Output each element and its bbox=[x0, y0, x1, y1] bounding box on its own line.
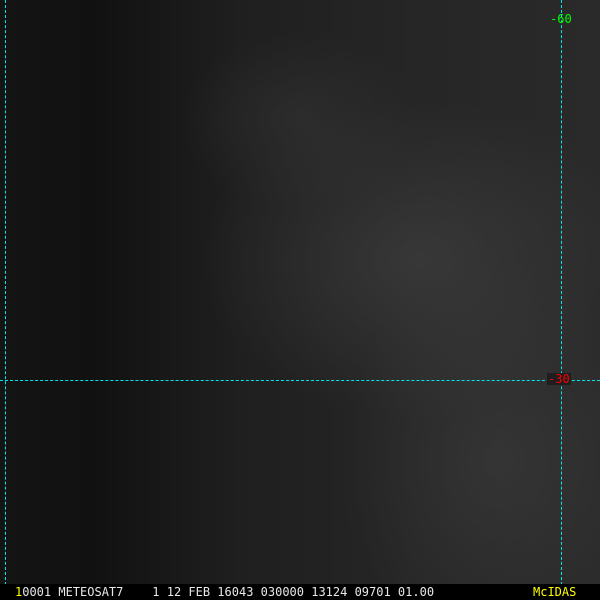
grid-parallel-line bbox=[0, 380, 600, 381]
satellite-image-view: -60 -30 10001 METEOSAT7 1 12 FEB 16043 0… bbox=[0, 0, 600, 600]
status-bar: 10001 METEOSAT7 1 12 FEB 16043 030000 13… bbox=[0, 584, 600, 600]
mcidas-brand: McIDAS bbox=[533, 585, 577, 599]
grid-label-60: -60 bbox=[550, 12, 572, 26]
grid-label-30: -30 bbox=[547, 372, 571, 386]
image-info: 0001 METEOSAT7 1 12 FEB 16043 030000 131… bbox=[22, 585, 435, 599]
grid-meridian-line bbox=[5, 0, 6, 585]
grid-meridian-line bbox=[561, 0, 562, 585]
